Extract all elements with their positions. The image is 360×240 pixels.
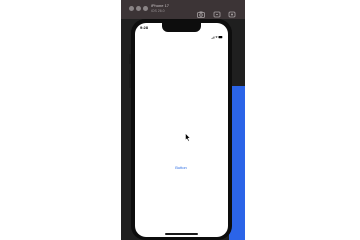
iphone-screen: 9:28 Button [135, 23, 228, 237]
simulator-titlebar: iPhone 17 iOS 26.0 [121, 0, 245, 19]
status-time: 9:28 [140, 25, 149, 30]
home-indicator[interactable] [165, 233, 198, 235]
screenshot-icon[interactable] [197, 5, 205, 18]
app-button[interactable]: Button [169, 165, 193, 171]
simulator-device-name: iPhone 17 [151, 3, 170, 8]
wifi-icon [215, 36, 218, 38]
rotate-icon[interactable] [213, 5, 221, 18]
simulator-os-version: iOS 26.0 [151, 9, 165, 13]
close-window-button[interactable] [129, 6, 134, 11]
home-icon[interactable] [228, 5, 236, 18]
cellular-icon [211, 36, 215, 39]
battery-icon [218, 36, 223, 39]
status-icons [211, 26, 223, 39]
desktop: iPhone 17 iOS 26.0 9:28 Button [0, 0, 360, 240]
notch [162, 23, 201, 32]
zoom-window-button[interactable] [143, 6, 148, 11]
mouse-cursor-icon [185, 129, 191, 142]
minimize-window-button[interactable] [136, 6, 141, 11]
